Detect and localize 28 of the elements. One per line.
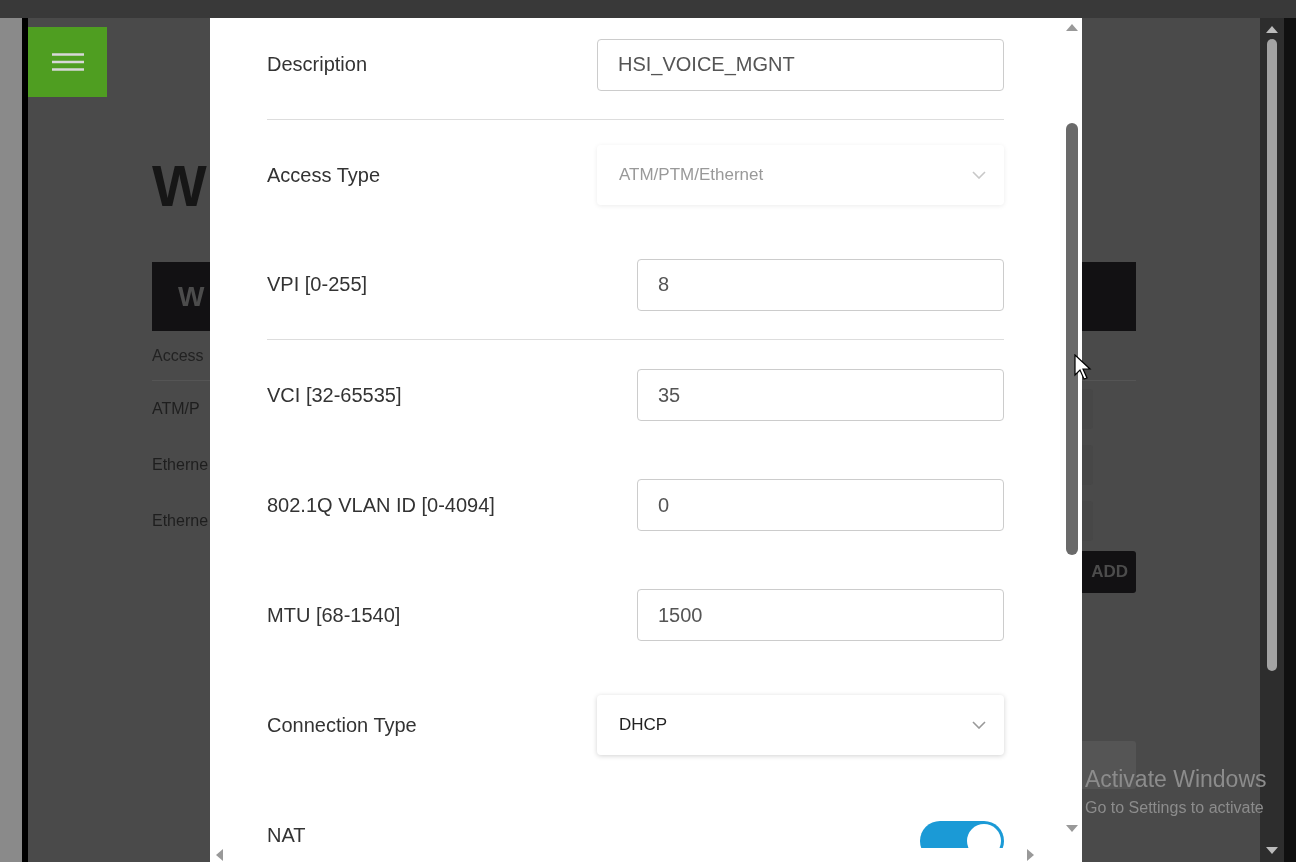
chevron-down-icon bbox=[972, 721, 986, 729]
input-field[interactable]: 0 bbox=[637, 479, 1004, 531]
panel-title: W bbox=[178, 280, 205, 313]
field-label: VPI [0-255] bbox=[267, 273, 368, 296]
field-label: 802.1Q VLAN ID [0-4094] bbox=[267, 493, 495, 517]
menu-icon bbox=[51, 53, 84, 71]
input-field[interactable]: 8 bbox=[637, 258, 1004, 311]
scroll-left-icon[interactable] bbox=[216, 849, 223, 861]
scroll-right-icon[interactable] bbox=[1027, 849, 1034, 861]
mouse-pointer-icon bbox=[1074, 354, 1092, 380]
activation-text: Go to Settings to activate bbox=[1085, 799, 1265, 817]
field-label: VCI [32-65535] bbox=[267, 383, 402, 407]
field-label: MTU [68-1540] bbox=[267, 603, 401, 627]
field-label: Access Type bbox=[267, 163, 381, 187]
activation-title: Activate Windows bbox=[1085, 766, 1267, 793]
scroll-thumb[interactable] bbox=[1267, 39, 1277, 671]
field-label: NAT bbox=[267, 823, 306, 847]
chevron-down-icon bbox=[972, 171, 986, 179]
menu-button[interactable] bbox=[28, 27, 107, 97]
input-field[interactable]: HSI_VOICE_MGNT bbox=[597, 38, 1004, 91]
dropdown[interactable]: DHCP bbox=[597, 695, 1004, 755]
scroll-thumb[interactable] bbox=[1066, 123, 1078, 555]
field-label: Description bbox=[267, 53, 368, 76]
input-field[interactable]: 1500 bbox=[637, 589, 1004, 641]
field-label: Connection Type bbox=[267, 713, 417, 737]
scroll-up-icon[interactable] bbox=[1266, 26, 1278, 33]
scroll-down-icon[interactable] bbox=[1266, 847, 1278, 854]
input-field[interactable]: 35 bbox=[637, 369, 1004, 421]
